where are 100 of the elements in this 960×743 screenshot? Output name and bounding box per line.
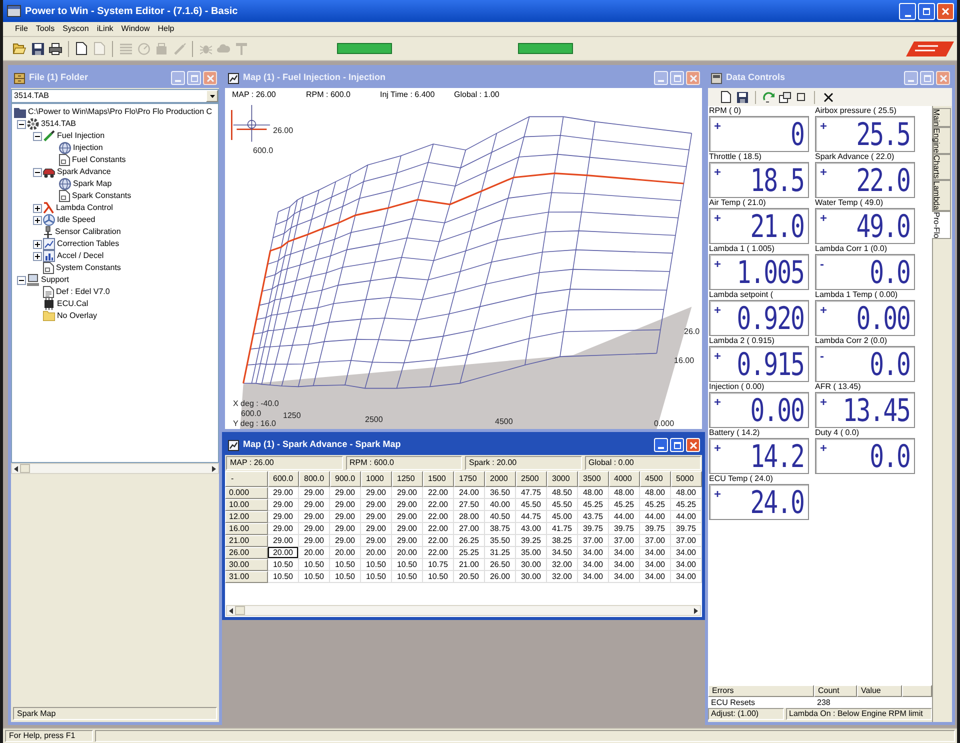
table-cell[interactable]: 34.00 [578, 571, 609, 583]
table-cell[interactable]: 22.00 [423, 535, 454, 547]
row-header[interactable]: 16.00 [225, 523, 268, 535]
tree-item[interactable]: Fuel Constants [72, 155, 126, 165]
tree-item[interactable]: 3514.TAB [41, 119, 76, 129]
table-cell[interactable]: 29.00 [330, 523, 361, 535]
column-header[interactable]: Errors [708, 685, 814, 697]
table-cell[interactable]: 45.50 [516, 499, 547, 511]
tree-toggle[interactable] [32, 216, 42, 224]
print-button[interactable] [48, 41, 63, 56]
column-header[interactable]: 800.0 [299, 471, 330, 487]
table-cell[interactable]: 29.00 [361, 499, 392, 511]
table-cell[interactable]: 39.75 [671, 523, 702, 535]
table-cell[interactable]: 29.00 [392, 535, 423, 547]
row-header[interactable]: 31.00 [225, 571, 268, 583]
table-cell[interactable]: 26.00 [485, 571, 516, 583]
table-cell[interactable]: 28.00 [454, 511, 485, 523]
column-header[interactable]: 1750 [454, 471, 485, 487]
table-cell[interactable]: 29.00 [299, 523, 330, 535]
table-cell[interactable]: 45.25 [578, 499, 609, 511]
table-cell[interactable]: 20.50 [454, 571, 485, 583]
table-cell[interactable]: 37.00 [671, 535, 702, 547]
tree-toggle[interactable] [32, 168, 42, 176]
save-button[interactable] [734, 90, 750, 104]
table-cell[interactable]: 44.00 [609, 511, 640, 523]
column-header[interactable]: 600.0 [268, 471, 299, 487]
scroll-thumb[interactable] [20, 464, 30, 473]
tree-item[interactable]: Spark Map [73, 179, 112, 189]
column-header[interactable]: 4000 [609, 471, 640, 487]
table-cell[interactable]: 29.00 [330, 511, 361, 523]
tree-item[interactable]: C:\Power to Win\Maps\Pro Flo\Pro Flo Production C [28, 107, 212, 117]
horizontal-scrollbar[interactable] [226, 605, 701, 616]
column-header[interactable]: 3000 [547, 471, 578, 487]
tree-toggle[interactable] [32, 204, 42, 212]
table-cell[interactable]: 37.00 [609, 535, 640, 547]
table-cell[interactable]: 48.00 [640, 487, 671, 499]
table-cell[interactable]: 34.00 [640, 559, 671, 571]
tree-item[interactable]: Lambda Control [56, 203, 113, 213]
table-cell[interactable]: 27.00 [454, 523, 485, 535]
table-cell[interactable]: 10.50 [361, 571, 392, 583]
row-header[interactable]: 21.00 [225, 535, 268, 547]
tab[interactable]: Engine [933, 127, 951, 154]
tree-item[interactable]: Def : Edel V7.0 [56, 287, 110, 297]
tree-item[interactable]: Sensor Calibration [55, 227, 121, 237]
table-cell[interactable]: 20.00 [361, 547, 392, 559]
table-cell[interactable]: 38.25 [547, 535, 578, 547]
properties-button[interactable] [777, 90, 793, 104]
table-cell[interactable]: 34.00 [609, 559, 640, 571]
table-cell[interactable]: 10.50 [299, 571, 330, 583]
table-cell[interactable]: 36.50 [485, 487, 516, 499]
table-cell[interactable]: 45.50 [547, 499, 578, 511]
table-cell[interactable]: 34.00 [671, 547, 702, 559]
tree-item[interactable]: Spark Advance [57, 167, 111, 177]
table-cell[interactable]: 29.00 [268, 535, 299, 547]
table-cell[interactable]: 29.00 [392, 511, 423, 523]
table-cell[interactable]: 29.00 [268, 511, 299, 523]
table-cell[interactable]: 34.00 [671, 559, 702, 571]
table-cell[interactable]: 40.50 [485, 511, 516, 523]
table-cell[interactable]: 29.00 [361, 511, 392, 523]
column-header[interactable]: 900.0 [330, 471, 361, 487]
tree-item[interactable]: Spark Constants [72, 191, 132, 201]
row-header[interactable]: 30.00 [225, 559, 268, 571]
table-cell[interactable]: 45.25 [609, 499, 640, 511]
table-cell[interactable]: 34.00 [609, 571, 640, 583]
table-cell[interactable]: 45.25 [671, 499, 702, 511]
table-cell[interactable]: 22.00 [423, 499, 454, 511]
table-cell[interactable]: 48.50 [547, 487, 578, 499]
table-cell[interactable]: 34.50 [547, 547, 578, 559]
table-cell[interactable]: 45.00 [547, 511, 578, 523]
column-header[interactable]: 5000 [671, 471, 702, 487]
file-select[interactable]: 3514.TAB [11, 89, 219, 103]
column-header[interactable]: 1500 [423, 471, 454, 487]
table-cell[interactable]: 34.00 [671, 571, 702, 583]
tab[interactable]: Main [933, 108, 951, 128]
table-cell[interactable]: 31.25 [485, 547, 516, 559]
menu-item[interactable]: iLink [92, 23, 118, 35]
table-cell[interactable]: 24.00 [454, 487, 485, 499]
table-cell[interactable]: 20.00 [299, 547, 330, 559]
table-cell[interactable]: 29.00 [330, 535, 361, 547]
table-cell[interactable]: 29.00 [299, 499, 330, 511]
table-cell[interactable]: 26.25 [454, 535, 485, 547]
column-header[interactable]: Value [857, 685, 902, 697]
tree-toggle[interactable] [32, 252, 42, 260]
tab[interactable]: Pro-Flo [932, 210, 951, 239]
table-cell[interactable]: 22.00 [423, 547, 454, 559]
column-header[interactable]: Count [814, 685, 857, 697]
table-cell[interactable]: 26.50 [485, 559, 516, 571]
table-cell[interactable]: 43.00 [516, 523, 547, 535]
table-cell[interactable]: 29.00 [361, 523, 392, 535]
save-button[interactable] [30, 41, 45, 56]
tree-toggle[interactable] [16, 120, 26, 128]
tab[interactable]: Charts [933, 154, 951, 180]
table-cell[interactable]: 29.00 [299, 487, 330, 499]
table-cell[interactable]: 48.00 [609, 487, 640, 499]
table-cell[interactable]: 10.50 [268, 571, 299, 583]
table-cell[interactable]: 39.25 [516, 535, 547, 547]
table-cell[interactable]: 29.00 [330, 499, 361, 511]
table-cell[interactable]: 29.00 [361, 487, 392, 499]
table-cell[interactable]: 32.00 [547, 559, 578, 571]
tree-item[interactable]: No Overlay [57, 311, 98, 321]
